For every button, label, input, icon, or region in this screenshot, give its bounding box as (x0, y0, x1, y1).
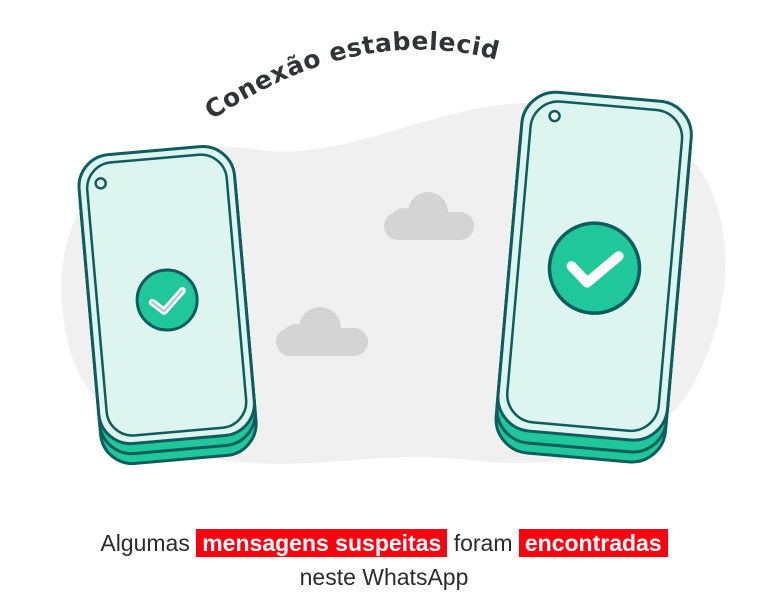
left-phone (77, 144, 258, 466)
caption-text-middle: foram (453, 530, 513, 556)
illustration: Conexão estabelecida (0, 0, 726, 466)
highlight-suspicious-messages: mensagens suspeitas (196, 529, 448, 557)
caption-line-1: Algumas mensagens suspeitas foram encont… (0, 526, 768, 560)
caption-line-2: neste WhatsApp (299, 564, 469, 590)
suspicious-messages-caption: Algumas mensagens suspeitas foram encont… (0, 526, 768, 594)
highlight-found: encontradas (518, 529, 668, 557)
connection-heading: Conexão estabelecida (0, 0, 503, 125)
right-phone (494, 90, 693, 464)
caption-text-start: Algumas (100, 530, 190, 556)
